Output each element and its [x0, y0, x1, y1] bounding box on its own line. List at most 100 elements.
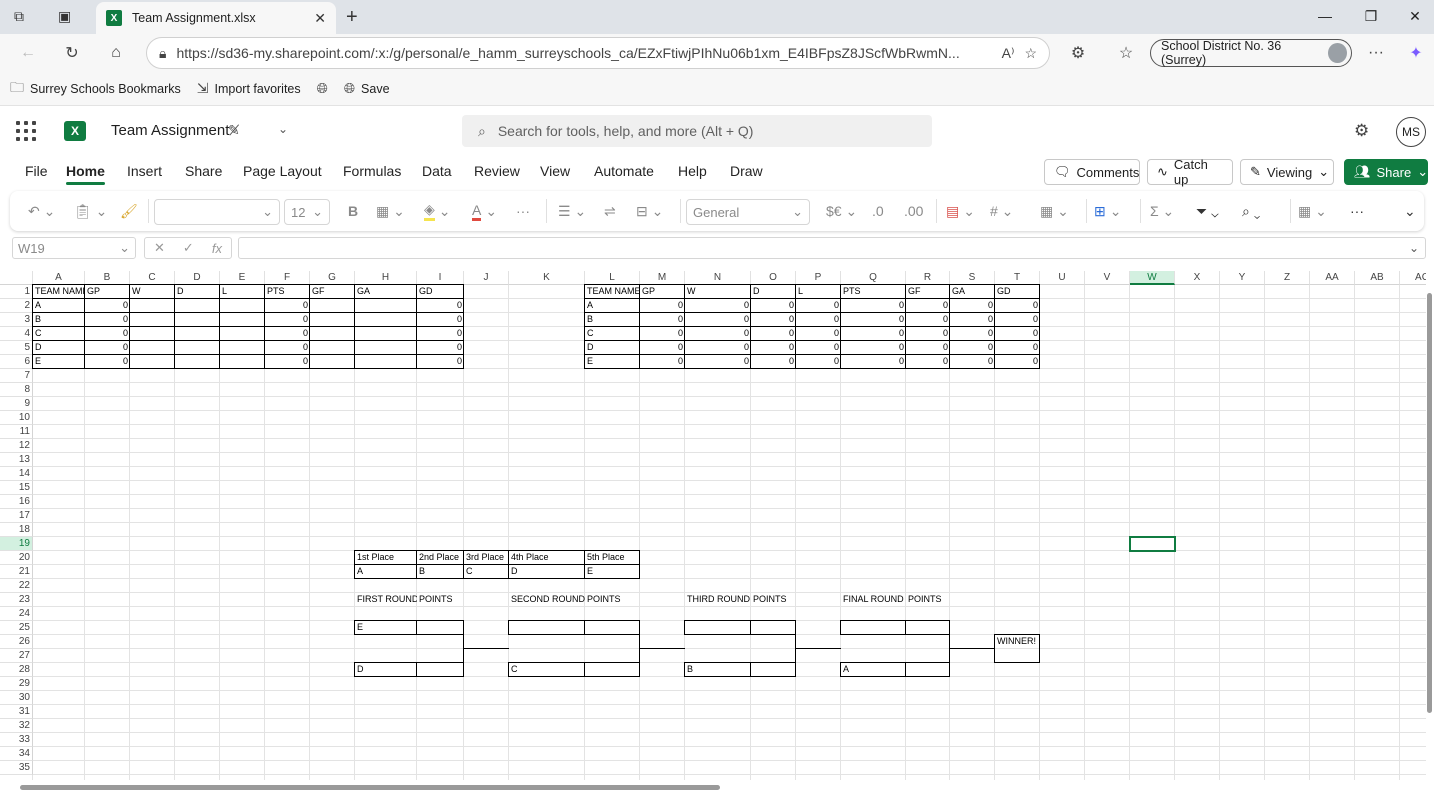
table-cell[interactable]: A — [33, 299, 85, 313]
app-launcher-icon[interactable] — [16, 121, 36, 141]
tab-view[interactable]: View — [540, 163, 570, 179]
home-icon[interactable]: ⌂ — [100, 37, 132, 69]
column-header[interactable]: M — [640, 271, 685, 285]
bracket-team[interactable]: A — [841, 663, 906, 677]
horizontal-scroll-thumb[interactable] — [20, 785, 720, 790]
table-cell[interactable]: 0 — [796, 341, 841, 355]
tab-insert[interactable]: Insert — [127, 163, 162, 179]
place-header[interactable]: 3rd Place — [464, 551, 509, 565]
row-header[interactable]: 25 — [0, 621, 33, 635]
cell-styles-icon[interactable]: ▦ ⌄ — [1040, 199, 1069, 223]
row-header[interactable]: 35 — [0, 761, 33, 775]
favorites-icon[interactable]: ☆ — [1110, 37, 1142, 69]
table-cell[interactable]: 0 — [640, 299, 685, 313]
table-cell[interactable]: 0 — [950, 327, 995, 341]
column-header[interactable]: T — [995, 271, 1040, 285]
document-title[interactable]: Team Assignment — [111, 122, 229, 139]
addins-icon[interactable]: ▦ ⌄ — [1298, 199, 1327, 223]
refresh-icon[interactable]: ↻ — [56, 37, 88, 69]
row-header[interactable]: 29 — [0, 677, 33, 691]
bold-icon[interactable]: B — [348, 199, 358, 223]
table-cell[interactable]: 0 — [685, 327, 751, 341]
table-cell[interactable]: 0 — [796, 355, 841, 369]
new-tab-icon[interactable]: + — [346, 6, 358, 29]
row-header[interactable]: 7 — [0, 369, 33, 383]
row-header[interactable]: 1 — [0, 285, 33, 299]
column-header[interactable]: I — [417, 271, 464, 285]
column-header[interactable]: V — [1085, 271, 1130, 285]
table-cell[interactable]: 0 — [640, 327, 685, 341]
table-cell[interactable]: C — [33, 327, 85, 341]
row-header[interactable]: 16 — [0, 495, 33, 509]
row-header[interactable]: 24 — [0, 607, 33, 621]
table-header[interactable]: GP — [85, 285, 130, 299]
confirm-icon[interactable]: ✓ — [183, 240, 194, 256]
table-cell[interactable]: 0 — [685, 299, 751, 313]
font-size-dropdown[interactable]: 12 ⌄ — [284, 199, 330, 225]
table-cell[interactable]: 0 — [417, 327, 464, 341]
row-header[interactable]: 23 — [0, 593, 33, 607]
favorite-globe[interactable]: 🌐︎ — [317, 80, 328, 97]
column-header[interactable]: K — [509, 271, 585, 285]
row-header[interactable]: 10 — [0, 411, 33, 425]
row-header[interactable]: 8 — [0, 383, 33, 397]
table-cell[interactable]: E — [585, 355, 640, 369]
place-header[interactable]: 4th Place — [509, 551, 585, 565]
table-cell[interactable]: 0 — [751, 355, 796, 369]
favorite-surrey-bookmarks[interactable]: 🗀 Surrey Schools Bookmarks — [10, 77, 181, 101]
table-cell[interactable]: 0 — [995, 299, 1040, 313]
wrap-text-icon[interactable]: ⇌ — [604, 199, 616, 223]
table-cell[interactable]: 0 — [841, 327, 906, 341]
column-header[interactable]: A — [33, 271, 85, 285]
column-header[interactable]: R — [906, 271, 950, 285]
conditional-format-icon[interactable]: ▤ ⌄ — [946, 199, 975, 223]
decrease-decimal-icon[interactable]: .0 — [872, 199, 884, 223]
table-cell[interactable]: B — [33, 313, 85, 327]
row-header[interactable]: 22 — [0, 579, 33, 593]
settings-gear-icon[interactable]: ⚙ — [1354, 121, 1369, 141]
row-header[interactable]: 14 — [0, 467, 33, 481]
table-cell[interactable]: 0 — [265, 313, 310, 327]
tab-data[interactable]: Data — [422, 163, 452, 179]
table-cell[interactable]: 0 — [265, 355, 310, 369]
column-header[interactable]: D — [175, 271, 220, 285]
format-painter-icon[interactable]: 🖌︎ — [120, 199, 138, 223]
workspaces-icon[interactable]: ⧉ — [14, 8, 24, 25]
column-header[interactable]: P — [796, 271, 841, 285]
column-header[interactable]: L — [585, 271, 640, 285]
cancel-icon[interactable]: ✕ — [154, 240, 165, 256]
table-cell[interactable]: 0 — [265, 299, 310, 313]
column-header[interactable]: E — [220, 271, 265, 285]
table-cell[interactable]: 0 — [85, 299, 130, 313]
table-cell[interactable]: 0 — [841, 313, 906, 327]
table-cell[interactable]: D — [33, 341, 85, 355]
font-name-dropdown[interactable]: ⌄ — [154, 199, 280, 225]
table-cell[interactable]: A — [585, 299, 640, 313]
row-header[interactable]: 4 — [0, 327, 33, 341]
place-value[interactable]: A — [355, 565, 417, 579]
table-cell[interactable]: 0 — [995, 327, 1040, 341]
table-cell[interactable]: 0 — [640, 313, 685, 327]
table-header[interactable]: GD — [995, 285, 1040, 299]
profile-button[interactable]: School District No. 36 (Surrey) — [1150, 39, 1352, 67]
place-header[interactable]: 5th Place — [585, 551, 640, 565]
more-font-icon[interactable]: ··· — [516, 199, 530, 223]
table-header[interactable]: GA — [950, 285, 995, 299]
row-header[interactable]: 2 — [0, 299, 33, 313]
extensions-icon[interactable]: ⚙︎ — [1062, 37, 1094, 69]
tab-formulas[interactable]: Formulas — [343, 163, 401, 179]
spreadsheet-grid[interactable]: A B C D E F G H I J K L M N O P Q R S T U V W X Y Z AA AB AC 1 2 3 4 5 6 7 8… — [0, 271, 1426, 780]
table-header[interactable]: GA — [355, 285, 417, 299]
column-header[interactable]: W — [1130, 271, 1175, 285]
column-header[interactable]: G — [310, 271, 355, 285]
increase-decimal-icon[interactable]: .00 — [904, 199, 923, 223]
undo-icon[interactable]: ↶ ⌄ — [28, 199, 55, 223]
table-header[interactable]: W — [685, 285, 751, 299]
table-header[interactable]: PTS — [265, 285, 310, 299]
table-cell[interactable]: 0 — [796, 313, 841, 327]
table-cell[interactable]: 0 — [640, 341, 685, 355]
tab-help[interactable]: Help — [678, 163, 707, 179]
table-cell[interactable]: 0 — [751, 341, 796, 355]
round-label[interactable]: FINAL ROUND — [841, 593, 906, 607]
column-header[interactable]: Q — [841, 271, 906, 285]
